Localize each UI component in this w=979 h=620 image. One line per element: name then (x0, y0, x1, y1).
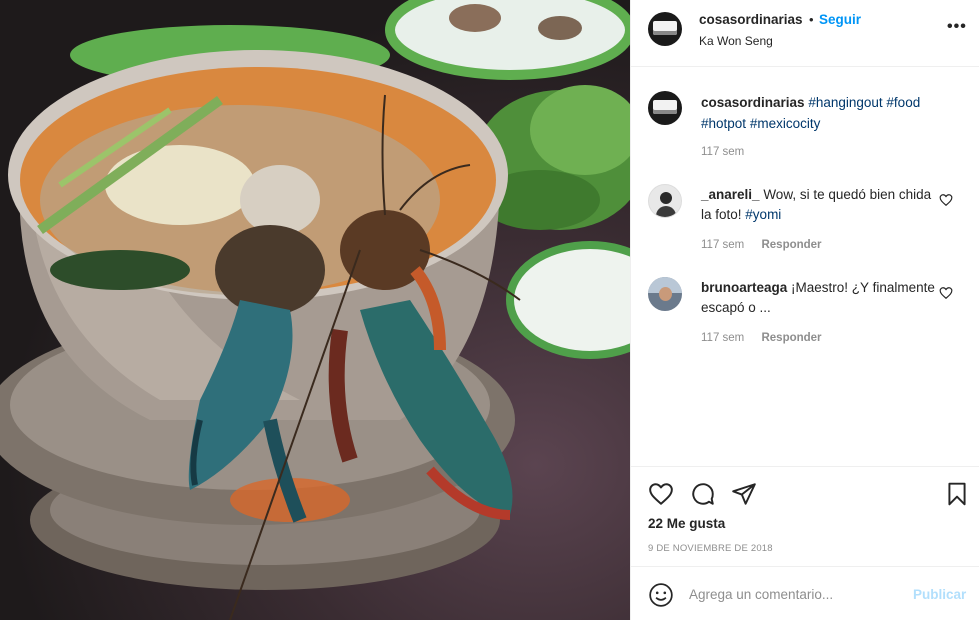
bookmark-icon[interactable] (944, 481, 970, 507)
caption: cosasordinarias #hangingout #food #hotpo… (701, 92, 961, 134)
author-avatar[interactable] (648, 12, 682, 46)
reply-button[interactable]: Responder (761, 332, 821, 344)
comment-like-heart-icon[interactable] (939, 286, 953, 300)
crayfish-hotpot-image (0, 0, 630, 620)
post-side-panel: cosasordinarias • Seguir Ka Won Seng •••… (630, 0, 979, 620)
comment-time[interactable]: 117 sem (701, 332, 744, 344)
add-comment-bar: Publicar (631, 566, 979, 620)
comment-avatar[interactable] (648, 184, 682, 218)
post-actions: 22 Me gusta 9 DE NOVIEMBRE DE 2018 (631, 466, 979, 566)
comment-avatar[interactable] (648, 277, 682, 311)
header-separator: • (809, 12, 814, 27)
paper-plane-icon[interactable] (731, 481, 757, 507)
author-username[interactable]: cosasordinarias (699, 12, 803, 27)
hashtag-link[interactable]: #hangingout (808, 95, 882, 110)
comment-like-heart-icon[interactable] (939, 193, 953, 207)
hashtag-link[interactable]: #hotpot (701, 116, 746, 131)
comment: brunoarteaga ¡Maestro! ¿Y finalmente esc… (701, 278, 936, 318)
hashtag-link[interactable]: #food (886, 95, 920, 110)
hashtag-link[interactable]: #yomi (745, 207, 781, 222)
publish-button[interactable]: Publicar (913, 587, 966, 602)
comment-username[interactable]: brunoarteaga (701, 280, 787, 295)
caption-username[interactable]: cosasordinarias (701, 95, 805, 110)
follow-button[interactable]: Seguir (819, 12, 861, 27)
location-link[interactable]: Ka Won Seng (699, 34, 773, 48)
heart-icon[interactable] (648, 481, 674, 507)
smiley-icon[interactable] (648, 582, 674, 608)
hashtag-link[interactable]: #mexicocity (750, 116, 821, 131)
like-count[interactable]: 22 Me gusta (648, 516, 725, 531)
more-options-icon[interactable]: ••• (947, 18, 967, 36)
comment: _anareli_ Wow, si te quedó bien chida la… (701, 185, 936, 225)
comment-time[interactable]: 117 sem (701, 239, 744, 251)
comment-input[interactable] (689, 583, 899, 605)
comment-username[interactable]: _anareli_ (701, 187, 760, 202)
post-header: cosasordinarias • Seguir Ka Won Seng ••• (631, 0, 979, 67)
post-date[interactable]: 9 DE NOVIEMBRE DE 2018 (648, 543, 773, 554)
comment-meta: 117 sem Responder (701, 332, 822, 344)
comment-meta: 117 sem Responder (701, 239, 822, 251)
reply-button[interactable]: Responder (761, 239, 821, 251)
comment-bubble-icon[interactable] (690, 481, 716, 507)
caption-time[interactable]: 117 sem (701, 146, 744, 158)
post-photo[interactable] (0, 0, 630, 620)
caption-avatar[interactable] (648, 91, 682, 125)
